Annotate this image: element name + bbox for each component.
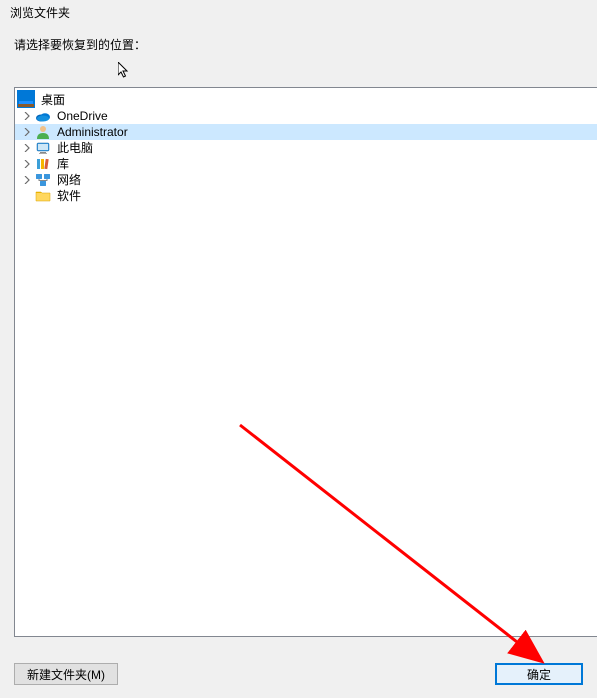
- tree-item-label: Administrator: [55, 124, 130, 140]
- dialog-button-bar: 新建文件夹(M) 确定: [0, 650, 597, 698]
- mouse-cursor-icon: [118, 62, 130, 83]
- tree-item-administrator[interactable]: Administrator: [15, 124, 597, 140]
- dialog-prompt: 请选择要恢复到的位置：: [0, 22, 597, 53]
- tree-item-label: 网络: [55, 172, 83, 188]
- browse-folder-dialog: 浏览文件夹 请选择要恢复到的位置： 桌面: [0, 0, 597, 698]
- onedrive-icon: [35, 108, 51, 124]
- dialog-title: 浏览文件夹: [0, 0, 597, 22]
- user-icon: [35, 124, 51, 140]
- tree-item-label: 此电脑: [55, 140, 95, 156]
- tree-item-label: 库: [55, 156, 71, 172]
- libraries-icon: [35, 156, 51, 172]
- expand-toggle-icon[interactable]: [21, 142, 33, 154]
- desktop-icon: [17, 90, 35, 108]
- folder-tree[interactable]: 桌面 OneDrive: [14, 87, 597, 637]
- tree-item-onedrive[interactable]: OneDrive: [15, 108, 597, 124]
- new-folder-button[interactable]: 新建文件夹(M): [14, 663, 118, 685]
- expand-toggle-icon[interactable]: [21, 158, 33, 170]
- folder-icon: [35, 188, 51, 204]
- tree-root-desktop[interactable]: 桌面: [15, 90, 597, 108]
- tree-item-label: OneDrive: [55, 108, 110, 124]
- tree-item-network[interactable]: 网络: [15, 172, 597, 188]
- expand-toggle-icon[interactable]: [21, 174, 33, 186]
- tree-item-software[interactable]: 软件: [15, 188, 597, 204]
- expand-toggle-icon[interactable]: [21, 126, 33, 138]
- network-icon: [35, 172, 51, 188]
- tree-root-label: 桌面: [39, 91, 67, 108]
- thispc-icon: [35, 140, 51, 156]
- tree-item-label: 软件: [55, 188, 83, 204]
- ok-button[interactable]: 确定: [495, 663, 583, 685]
- tree-item-libraries[interactable]: 库: [15, 156, 597, 172]
- tree-item-thispc[interactable]: 此电脑: [15, 140, 597, 156]
- expand-toggle-icon[interactable]: [21, 110, 33, 122]
